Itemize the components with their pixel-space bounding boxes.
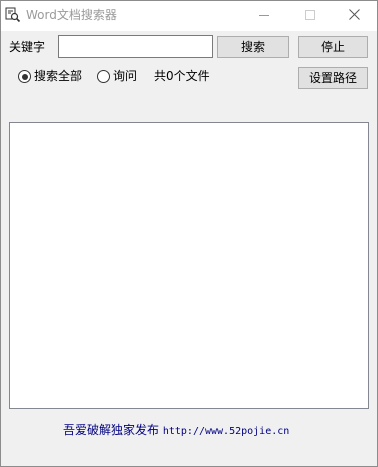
maximize-button	[287, 1, 333, 31]
results-list[interactable]	[9, 122, 369, 409]
footer-label: 吾爱破解独家发布	[63, 423, 160, 437]
file-count-text: 共0个文件	[154, 69, 210, 83]
footer-credit: 吾爱破解独家发布 http://www.52pojie.cn	[63, 422, 289, 440]
search-button[interactable]: 搜索	[217, 36, 289, 58]
radio-query[interactable]	[97, 70, 110, 83]
set-path-button[interactable]: 设置路径	[298, 67, 368, 89]
radio-search-all[interactable]	[18, 70, 31, 83]
keyword-input[interactable]	[58, 35, 213, 58]
keyword-label: 关键字	[9, 40, 46, 54]
radio-search-all-label[interactable]: 搜索全部	[34, 68, 82, 84]
app-window: Word文档搜索器 关键字 搜索 停止 搜索全部 询问 共0个文件 设置路径 吾…	[0, 0, 378, 467]
stop-button[interactable]: 停止	[298, 36, 368, 58]
close-icon	[348, 9, 360, 23]
title-bar[interactable]: Word文档搜索器	[1, 1, 377, 31]
footer-url: http://www.52pojie.cn	[162, 426, 290, 437]
minimize-button[interactable]	[241, 1, 287, 31]
radio-query-label[interactable]: 询问	[113, 68, 137, 84]
app-search-icon	[5, 7, 21, 23]
maximize-icon	[305, 9, 315, 23]
minimize-icon	[259, 9, 269, 23]
close-button[interactable]	[331, 1, 377, 31]
window-title: Word文档搜索器	[26, 8, 117, 22]
